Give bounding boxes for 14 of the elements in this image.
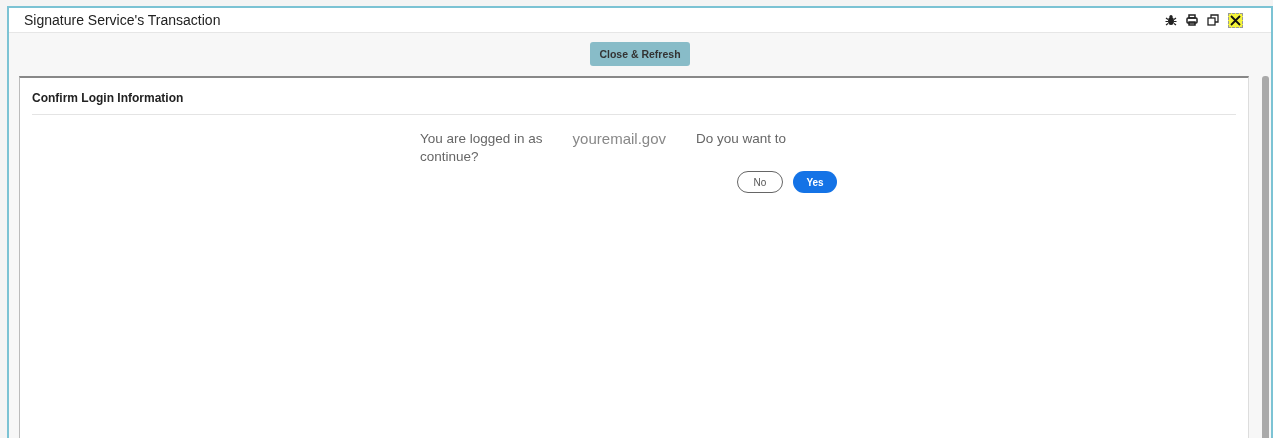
close-button[interactable]: [1228, 12, 1243, 28]
window-title: Signature Service's Transaction: [24, 12, 221, 28]
message-text: Do you want to: [696, 131, 787, 147]
bug-icon[interactable]: [1165, 14, 1177, 26]
print-icon[interactable]: [1186, 14, 1198, 26]
panel-title: Confirm Login Information: [32, 91, 185, 105]
restore-icon[interactable]: [1207, 14, 1219, 26]
confirm-button[interactable]: Yes: [793, 171, 837, 193]
cancel-button[interactable]: No: [737, 171, 783, 193]
email-text: youremail.gov: [572, 130, 666, 147]
message-text: continue?: [420, 149, 480, 164]
close-refresh-button[interactable]: Close & Refresh: [590, 42, 690, 66]
scrollbar-thumb[interactable]: [1262, 76, 1269, 438]
message-text: You are logged in as: [420, 131, 543, 147]
